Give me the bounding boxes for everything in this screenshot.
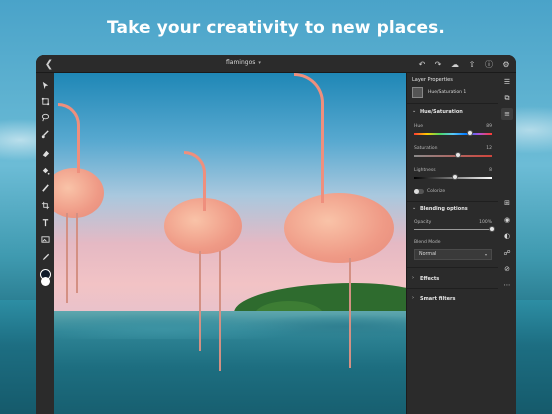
more-icon[interactable]: ⋯ [501, 279, 513, 291]
opacity-slider-knob[interactable] [489, 226, 495, 232]
type-icon[interactable] [39, 216, 51, 228]
eraser-icon[interactable] [39, 147, 51, 159]
right-icon-strip: ☰ ⧉ ≡ ⊞ ◉ ◐ ☍ ⊘ ⋯ [498, 73, 516, 414]
marketing-headline: Take your creativity to new places. [107, 18, 445, 38]
blending-options-header[interactable]: Blending options [420, 206, 468, 212]
undo-icon[interactable]: ↶ [416, 58, 428, 70]
crop-icon[interactable] [39, 199, 51, 211]
help-icon[interactable]: ⓘ [483, 58, 495, 70]
chevron-down-icon: ▾ [258, 60, 261, 66]
visibility-icon[interactable]: ◉ [501, 214, 513, 226]
layer-properties-panel: Layer Properties Hue/Saturation 1 ⌄ Hue/… [406, 73, 499, 414]
flamingo-left-leg [66, 213, 68, 303]
flamingo-right [284, 193, 394, 263]
flamingo-center-leg-2 [219, 251, 221, 371]
blend-mode-label: Blend Mode [414, 240, 441, 245]
lightness-value[interactable]: 8 [489, 168, 492, 173]
settings-icon[interactable]: ⚙ [500, 58, 512, 70]
layer-thumbnail[interactable] [412, 87, 423, 98]
saturation-slider-track[interactable] [414, 155, 492, 157]
chevron-right-icon[interactable]: › [412, 295, 414, 301]
back-icon[interactable]: ❮ [42, 57, 56, 71]
flamingo-center-leg [199, 251, 201, 351]
divider [407, 267, 499, 268]
transform-icon[interactable] [39, 95, 51, 107]
tools-panel [36, 73, 54, 414]
lightness-slider-knob[interactable] [452, 174, 459, 180]
saturation-slider-knob[interactable] [454, 152, 461, 158]
opacity-slider-track[interactable] [414, 229, 492, 230]
flamingo-left [54, 168, 104, 218]
colorize-label: Colorize [427, 189, 446, 194]
layer-name: Hue/Saturation 1 [428, 90, 467, 95]
colorize-toggle[interactable] [414, 189, 424, 194]
background-color-swatch[interactable] [41, 277, 50, 286]
document-canvas[interactable] [54, 73, 406, 414]
chevron-down-icon[interactable]: ⌄ [412, 205, 416, 211]
flamingo-left-neck [58, 103, 80, 173]
color-picker[interactable] [40, 269, 51, 287]
chevron-down-icon: ▾ [484, 252, 487, 257]
smart-filters-header[interactable]: Smart filters [420, 296, 455, 302]
divider [407, 103, 499, 104]
fill-icon[interactable] [39, 165, 51, 177]
document-title: flamingos [226, 59, 256, 66]
adjustments-icon[interactable]: ≡ [501, 108, 513, 120]
hue-saturation-header[interactable]: Hue/Saturation [420, 109, 463, 115]
flamingo-right-neck [294, 73, 324, 203]
hue-slider-knob[interactable] [467, 130, 474, 136]
chevron-down-icon[interactable]: ⌄ [412, 108, 416, 114]
panel-title: Layer Properties [412, 77, 453, 83]
document-title-button[interactable]: flamingos ▾ [226, 59, 261, 66]
canvas-wave [54, 299, 406, 339]
link-icon[interactable]: ☍ [501, 247, 513, 259]
hue-value[interactable]: 89 [486, 124, 492, 129]
select-icon[interactable] [39, 79, 51, 91]
divider [407, 288, 499, 289]
opacity-label: Opacity [414, 220, 432, 225]
brush-icon[interactable] [39, 128, 51, 140]
blend-mode-select[interactable]: Normal ▾ [414, 249, 492, 260]
hue-label: Hue [414, 124, 424, 129]
hue-slider-track[interactable] [414, 133, 492, 135]
delete-icon[interactable]: ⊘ [501, 263, 513, 275]
layer-stack-icon[interactable]: ⧉ [501, 92, 513, 104]
lightness-label: Lightness [414, 168, 436, 173]
toggle-knob [414, 189, 419, 194]
flamingo-left-leg-2 [76, 213, 78, 293]
cloud-icon[interactable]: ☁ [449, 58, 461, 70]
chevron-right-icon[interactable]: › [412, 275, 414, 281]
add-layer-icon[interactable]: ⊞ [501, 197, 513, 209]
redo-icon[interactable]: ↷ [432, 58, 444, 70]
image-icon[interactable] [39, 233, 51, 245]
effects-header[interactable]: Effects [420, 276, 439, 282]
eyedropper-icon[interactable] [39, 250, 51, 262]
saturation-value[interactable]: 12 [486, 146, 492, 151]
top-bar: ❮ flamingos ▾ ↶ ↷ ☁ ⇧ ⓘ ⚙ [36, 55, 516, 73]
mask-icon[interactable]: ◐ [501, 230, 513, 242]
layers-icon[interactable]: ☰ [501, 76, 513, 88]
flamingo-right-leg [349, 258, 351, 368]
divider [407, 201, 499, 202]
opacity-value[interactable]: 100% [479, 220, 492, 225]
healing-icon[interactable] [39, 182, 51, 194]
saturation-label: Saturation [414, 146, 438, 151]
blend-mode-value: Normal [419, 252, 437, 257]
lasso-icon[interactable] [39, 111, 51, 123]
share-icon[interactable]: ⇧ [466, 58, 478, 70]
tablet-app-window: ❮ flamingos ▾ ↶ ↷ ☁ ⇧ ⓘ ⚙ Layer Properti… [36, 55, 516, 414]
flamingo-center-neck [184, 151, 206, 211]
